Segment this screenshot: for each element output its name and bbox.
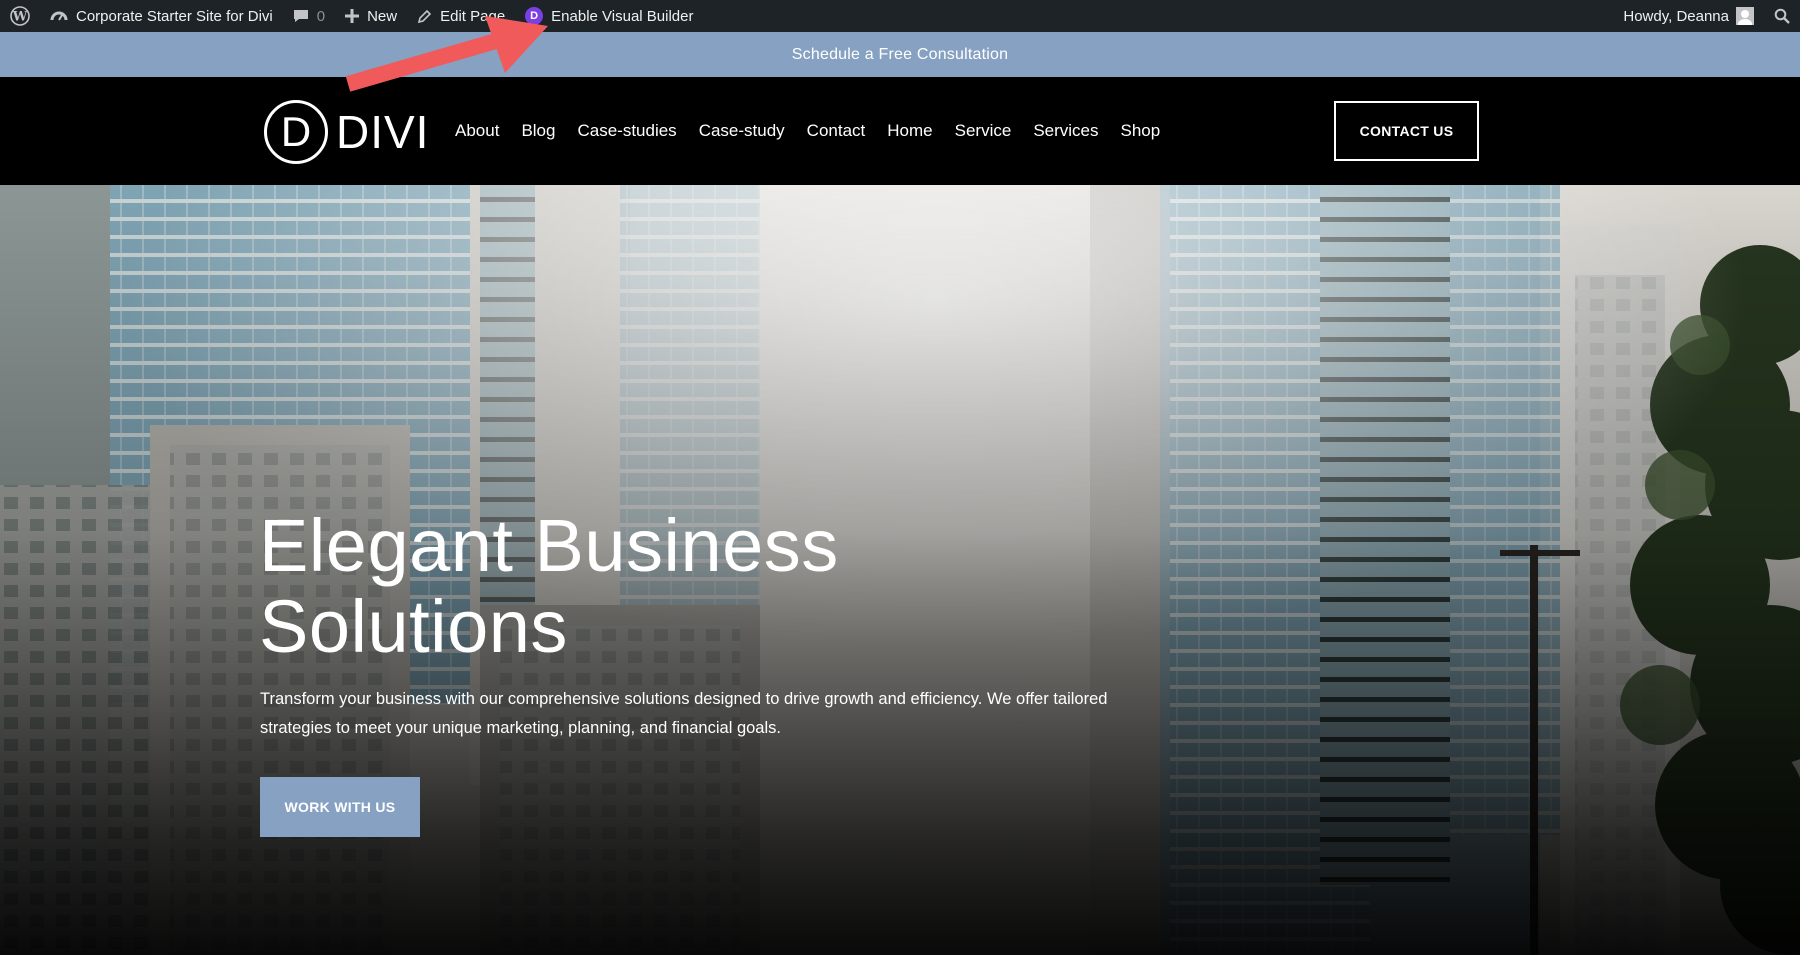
admin-bar-site-link[interactable]: Corporate Starter Site for Divi (40, 0, 283, 32)
pencil-icon (417, 9, 432, 24)
nav-item-home[interactable]: Home (887, 121, 932, 141)
edit-page-label: Edit Page (440, 7, 506, 25)
admin-bar-visual-builder[interactable]: D Enable Visual Builder (515, 0, 703, 32)
nav-item-case-studies[interactable]: Case-studies (577, 121, 676, 141)
comment-icon (293, 8, 309, 24)
site-name: Corporate Starter Site for Divi (76, 7, 273, 25)
admin-bar-edit-page[interactable]: Edit Page (407, 0, 515, 32)
logo-text: DIVI (336, 106, 430, 158)
search-icon (1774, 8, 1790, 24)
nav-item-case-study[interactable]: Case-study (699, 121, 785, 141)
nav-item-contact[interactable]: Contact (807, 121, 866, 141)
work-with-us-button[interactable]: WORK WITH US (260, 777, 420, 837)
hero-title: Elegant Business Solutions (259, 505, 839, 667)
new-label: New (367, 7, 398, 25)
hero-title-line-2: Solutions (259, 585, 568, 668)
hero-description: Transform your business with our compreh… (260, 690, 1108, 737)
nav-item-shop[interactable]: Shop (1121, 121, 1161, 141)
greeting: Howdy, Deanna (1623, 7, 1729, 25)
admin-bar-account[interactable]: Howdy, Deanna (1613, 0, 1764, 32)
plus-icon (345, 9, 360, 23)
admin-bar-search[interactable] (1764, 0, 1800, 32)
nav-item-about[interactable]: About (455, 121, 499, 141)
wordpress-logo-icon[interactable]: W (0, 0, 40, 32)
logo-mark: D (264, 100, 328, 164)
hero-section: Elegant Business Solutions Transform you… (0, 185, 1800, 955)
svg-text:W: W (12, 10, 28, 25)
main-nav: About Blog Case-studies Case-study Conta… (444, 77, 1171, 185)
announcement-bar: Schedule a Free Consultation (0, 32, 1800, 77)
site-header: D DIVI About Blog Case-studies Case-stud… (0, 77, 1800, 185)
admin-bar-new[interactable]: New (335, 0, 407, 32)
dashboard-icon (50, 7, 68, 25)
divi-icon: D (525, 7, 544, 25)
nav-item-blog[interactable]: Blog (521, 121, 555, 141)
site-logo[interactable]: D DIVI (264, 100, 429, 164)
visual-builder-label: Enable Visual Builder (551, 7, 694, 25)
nav-item-service[interactable]: Service (955, 121, 1012, 141)
admin-bar: W Corporate Starter Site for Divi 0 New (0, 0, 1800, 32)
contact-us-button[interactable]: CONTACT US (1334, 101, 1479, 161)
nav-item-services[interactable]: Services (1033, 121, 1098, 141)
avatar (1736, 7, 1754, 25)
hero-title-line-1: Elegant Business (259, 504, 839, 587)
schedule-consultation-link[interactable]: Schedule a Free Consultation (792, 46, 1008, 64)
admin-bar-comments[interactable]: 0 (283, 0, 335, 32)
comments-count: 0 (316, 7, 326, 25)
